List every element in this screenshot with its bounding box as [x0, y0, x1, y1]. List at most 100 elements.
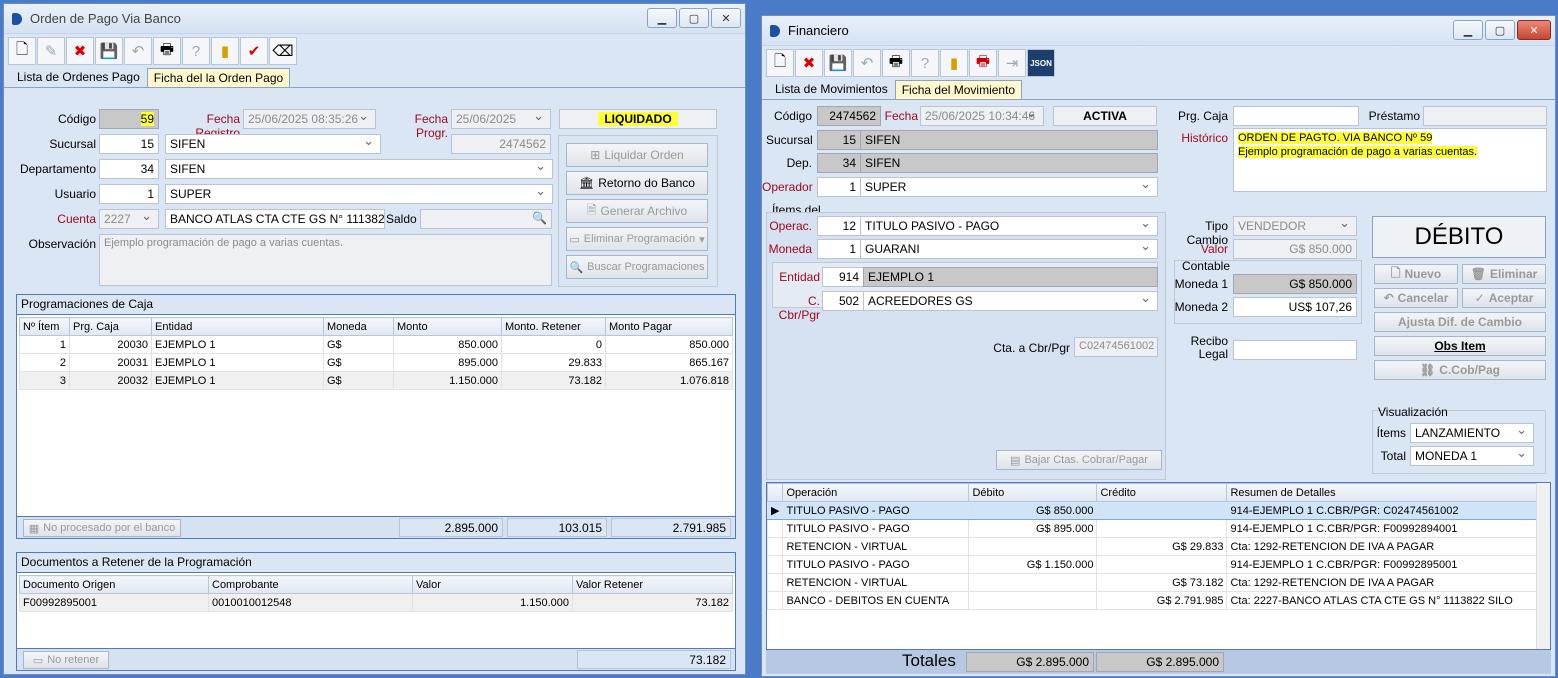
minimize-button[interactable]: ▁ [647, 8, 677, 28]
col-valor-retener[interactable]: Valor Retener [572, 575, 733, 594]
moneda-select[interactable]: GUARANI [860, 239, 1158, 259]
total-select[interactable]: MONEDA 1 [1410, 446, 1534, 466]
help-icon[interactable]: ? [911, 49, 939, 77]
table-row[interactable]: ▶ TITULO PASIVO - PAGO G$ 850.000 914-EJEM… [766, 501, 1550, 520]
operac-code[interactable]: 12 [817, 216, 861, 236]
sucursal-code[interactable]: 15 [99, 134, 159, 154]
help-icon[interactable]: ? [182, 37, 210, 65]
json-icon[interactable]: JSON [1027, 49, 1055, 77]
usuario-select[interactable]: SUPER [165, 184, 553, 204]
eraser-icon[interactable]: ⌫ [269, 37, 297, 65]
maximize-button[interactable]: ▢ [1485, 20, 1515, 40]
exit-icon[interactable]: ▮ [211, 37, 239, 65]
items-select[interactable]: LANZAMIENTO [1410, 423, 1534, 443]
confirm-icon[interactable]: ✔ [240, 37, 268, 65]
tab-ficha-movimiento[interactable]: Ficha del Movimiento [894, 80, 1023, 99]
table-row[interactable]: F00992895001 0010010012548 1.150.000 73.182 [19, 593, 733, 612]
moneda-code[interactable]: 1 [817, 239, 861, 259]
col-comprobante[interactable]: Comprobante [208, 575, 413, 594]
codigo-field[interactable]: 2474562 [817, 106, 881, 126]
print-icon[interactable]: 🖶 [153, 37, 181, 65]
operac-select[interactable]: TITULO PASIVO - PAGO [860, 216, 1158, 236]
bajar-button[interactable]: ▤ Bajar Ctas. Cobrar/Pagar [996, 450, 1162, 470]
col-operacion[interactable]: Operación [782, 483, 970, 502]
table-row[interactable]: 3 20032 EJEMPLO 1 G$ 1.150.000 73.182 1.076.81… [19, 371, 733, 390]
departamento-select[interactable]: SIFEN [165, 159, 553, 179]
table-row[interactable]: TITULO PASIVO - PAGO G$ 895.000 914-EJEMPL… [766, 519, 1550, 538]
recibo-field[interactable] [1233, 340, 1357, 360]
table-row[interactable]: 2 20031 EJEMPLO 1 G$ 895.000 29.833 865.167 [19, 353, 733, 372]
moneda1-field[interactable]: G$ 850.000 [1233, 274, 1357, 294]
col-monto-retener[interactable]: Monto. Retener [501, 317, 606, 336]
cuenta-code[interactable]: 2227 [99, 209, 159, 229]
moneda2-field[interactable]: US$ 107,26 [1233, 297, 1357, 317]
departamento-code[interactable]: 34 [99, 159, 159, 179]
col-resumen[interactable]: Resumen de Detalles [1226, 483, 1550, 502]
col-item[interactable]: Nº Ítem [19, 317, 70, 336]
dep-name[interactable]: SIFEN [860, 153, 1158, 173]
operador-select[interactable]: SUPER [860, 177, 1158, 197]
valor-field[interactable]: G$ 850.000 [1233, 239, 1357, 259]
search-icon[interactable]: 🔍 [532, 211, 547, 225]
liquidar-button[interactable]: ⊞ Liquidar Orden [566, 143, 708, 167]
print-icon[interactable]: 🖶 [882, 49, 910, 77]
table-row[interactable]: RETENCION - VIRTUAL G$ 29.833 Cta: 1292-RE… [766, 537, 1550, 556]
tipo-cambio-select[interactable]: VENDEDOR [1233, 216, 1357, 236]
edit-icon[interactable]: ✎ [37, 37, 65, 65]
sucursal-name[interactable]: SIFEN [860, 130, 1158, 150]
tab-lista-movimientos[interactable]: Lista de Movimientos [768, 79, 895, 99]
buscar-button[interactable]: 🔍 Buscar Programaciones [566, 255, 708, 279]
undo-icon[interactable]: ↶ [853, 49, 881, 77]
col-monto[interactable]: Monto [393, 317, 502, 336]
aceptar-button[interactable]: ✓ Aceptar [1462, 288, 1546, 308]
col-valor[interactable]: Valor [412, 575, 573, 594]
exit-icon[interactable]: ▮ [940, 49, 968, 77]
grid-scrollbar[interactable] [1536, 483, 1550, 649]
print-red-icon[interactable]: 🖶 [969, 49, 997, 77]
cancelar-button[interactable]: ↶ Cancelar [1374, 288, 1458, 308]
save-icon[interactable]: 💾 [95, 37, 123, 65]
table-row[interactable]: TITULO PASIVO - PAGO G$ 1.150.000 914-EJEM… [766, 555, 1550, 574]
ccbr-code[interactable]: 502 [822, 291, 864, 311]
save-icon[interactable]: 💾 [824, 49, 852, 77]
maximize-button[interactable]: ▢ [679, 8, 709, 28]
no-procesado-button[interactable]: ▦ No procesado por el banco [23, 519, 181, 537]
entidad-name[interactable]: EJEMPLO 1 [863, 267, 1158, 287]
entidad-code[interactable]: 914 [822, 267, 864, 287]
codigo-field[interactable]: 59 [99, 109, 159, 129]
export-icon[interactable]: ⇥ [998, 49, 1026, 77]
cuenta-field[interactable]: BANCO ATLAS CTA CTE GS N° 1113822 SI [165, 209, 385, 229]
ajusta-button[interactable]: Ajusta Dif. de Cambio [1374, 312, 1546, 332]
fecha-registro-field[interactable]: 25/06/2025 08:35:26 [243, 109, 376, 129]
col-entidad[interactable]: Entidad [151, 317, 324, 336]
ccob-button[interactable]: ⛓ C.Cob/Pag [1374, 360, 1546, 380]
retorno-button[interactable]: 🏛 Retorno do Banco [566, 171, 708, 195]
prestamo-field[interactable] [1423, 106, 1547, 126]
fecha-field[interactable]: 25/06/2025 10:34:46 [920, 106, 1044, 126]
col-moneda[interactable]: Moneda [323, 317, 394, 336]
close-button[interactable]: ✕ [1517, 20, 1551, 40]
eliminar-prog-button[interactable]: ▭ Eliminar Programación ▾ [566, 227, 708, 251]
usuario-code[interactable]: 1 [99, 184, 159, 204]
ccbr-select[interactable]: ACREEDORES GS [863, 291, 1158, 311]
obs-item-button[interactable]: Obs Item [1374, 336, 1546, 356]
close-button[interactable]: ✕ [711, 8, 741, 28]
table-row[interactable]: 1 20030 EJEMPLO 1 G$ 850.000 0 850.000 [19, 335, 733, 354]
delete-icon[interactable]: ✖ [66, 37, 94, 65]
tab-lista-ordenes[interactable]: Lista de Ordenes Pago [10, 67, 147, 87]
undo-icon[interactable]: ↶ [124, 37, 152, 65]
sucursal-select[interactable]: SIFEN [165, 134, 381, 154]
table-row[interactable]: RETENCION - VIRTUAL G$ 73.182 Cta: 1292-RE… [766, 573, 1550, 592]
col-prg-caja[interactable]: Prg. Caja [69, 317, 152, 336]
minimize-button[interactable]: ▁ [1453, 20, 1483, 40]
col-credito[interactable]: Crédito [1096, 483, 1228, 502]
col-doc-origen[interactable]: Documento Origen [19, 575, 209, 594]
dep-code[interactable]: 34 [817, 153, 861, 173]
observacion-field[interactable]: Ejemplo programación de pago a varias cu… [99, 234, 552, 286]
tab-ficha-orden[interactable]: Ficha del la Orden Pago [146, 68, 291, 87]
nuevo-button[interactable]: 🗋 Nuevo [1374, 264, 1458, 284]
operador-code[interactable]: 1 [817, 177, 861, 197]
new-doc-icon[interactable]: 🗋 [8, 37, 36, 65]
col-debito[interactable]: Débito [968, 483, 1098, 502]
prg-caja-field[interactable] [1233, 106, 1359, 126]
